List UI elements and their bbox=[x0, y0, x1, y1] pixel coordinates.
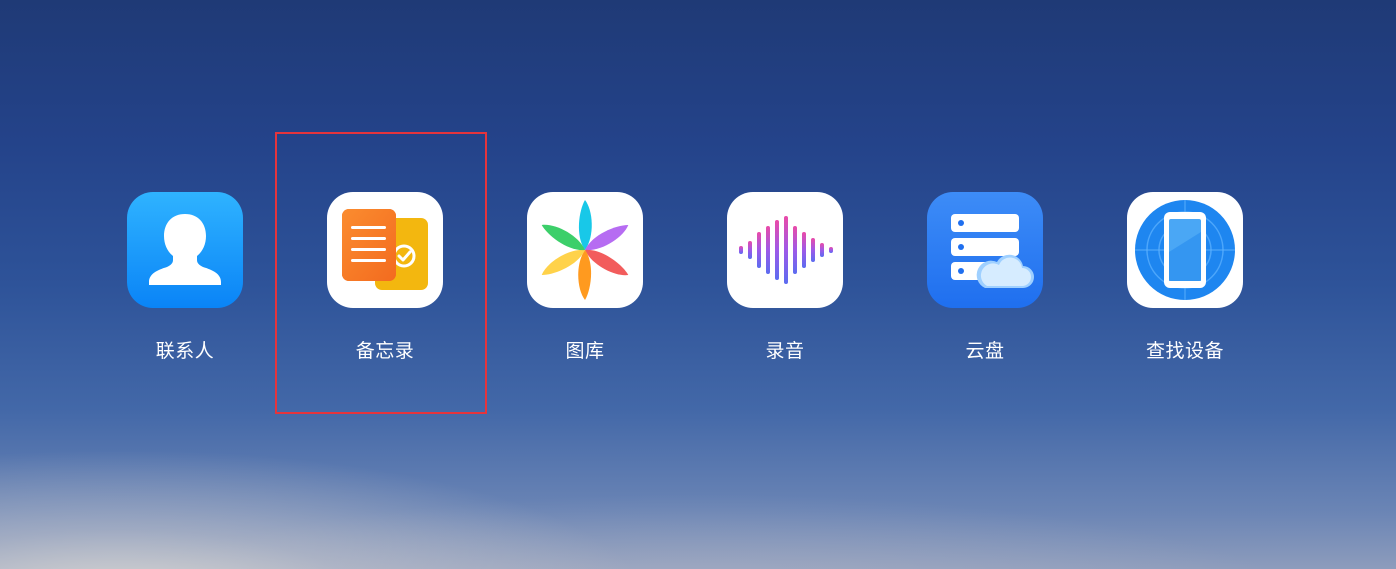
cloud-drive-icon[interactable] bbox=[927, 192, 1043, 308]
app-label: 录音 bbox=[765, 340, 805, 362]
desktop: 联系人 备忘录 图库 录音 云盘 查找设备 bbox=[0, 0, 1396, 569]
app-gallery[interactable]: 图库 bbox=[485, 192, 685, 363]
app-contacts[interactable]: 联系人 bbox=[85, 192, 285, 363]
app-cloud-drive[interactable]: 云盘 bbox=[885, 192, 1085, 363]
recorder-icon[interactable] bbox=[727, 192, 843, 308]
app-label: 查找设备 bbox=[1145, 340, 1224, 362]
app-recorder[interactable]: 录音 bbox=[685, 192, 885, 363]
contacts-icon[interactable] bbox=[127, 192, 243, 308]
gallery-icon[interactable] bbox=[527, 192, 643, 308]
app-find-device[interactable]: 查找设备 bbox=[1085, 192, 1285, 363]
app-label: 云盘 bbox=[965, 340, 1005, 362]
app-label: 联系人 bbox=[155, 340, 215, 362]
app-label: 图库 bbox=[565, 340, 605, 362]
highlight-box bbox=[275, 132, 487, 414]
find-device-icon[interactable] bbox=[1127, 192, 1243, 308]
